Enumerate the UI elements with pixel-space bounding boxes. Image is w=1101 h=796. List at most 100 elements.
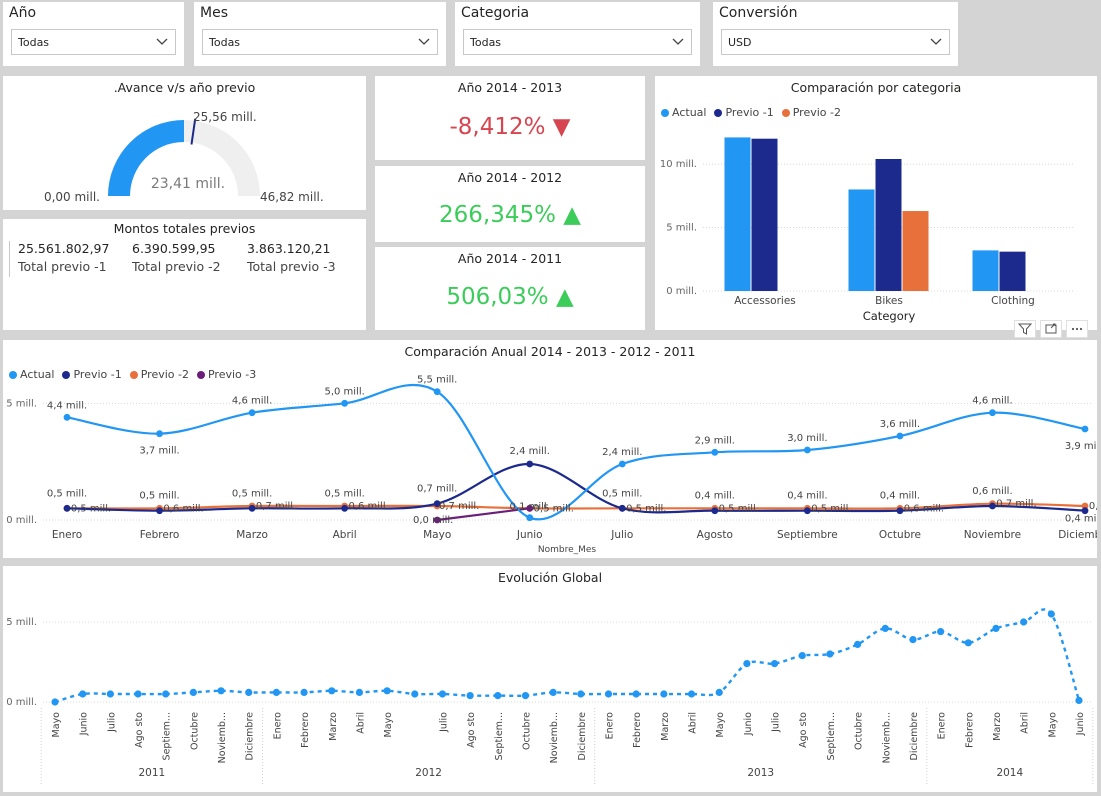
data-label: 0,5 mill.	[719, 503, 759, 514]
x-tick-label: Accessories	[734, 295, 796, 307]
data-point	[79, 690, 87, 698]
annual-chart-card: Comparación Anual 2014 - 2013 - 2012 - 2…	[3, 340, 1097, 558]
data-label: 0,4 mill.	[695, 491, 735, 502]
x-tick-label: Octubre	[189, 712, 200, 750]
y-tick-label: 0 mill.	[6, 515, 37, 526]
series-line	[54, 608, 1081, 704]
x-tick-label: Julio	[610, 529, 633, 541]
x-tick-label: Junio	[1075, 712, 1086, 736]
data-point	[803, 446, 811, 454]
data-point	[1047, 610, 1055, 618]
kpi-card-2014-2013: Año 2014 - 2013 -8,412% ▼	[375, 76, 645, 160]
kpi-value: -8,412% ▼	[375, 114, 645, 140]
x-tick-label: Febrero	[300, 712, 311, 748]
data-label: 0,5 mill.	[534, 503, 574, 514]
data-label: 0,7 mill.	[417, 484, 457, 495]
x-tick-label: Febrero	[140, 529, 180, 541]
montos-label: Total previo -3	[247, 259, 336, 274]
gauge-value-label: 23,41 mill.	[151, 176, 225, 192]
data-label: 0,5 mill.	[47, 488, 87, 499]
data-label: 2,4 mill.	[602, 447, 642, 458]
x-tick-label: Marzo	[328, 712, 339, 741]
data-label: 0,4 mill.	[1065, 514, 1097, 525]
data-point	[466, 692, 474, 700]
data-point	[1075, 696, 1083, 704]
data-label: 0,6 mill.	[1089, 501, 1097, 512]
x-tick-label: Ago sto	[798, 712, 809, 748]
down-arrow-icon: ▼	[552, 114, 571, 140]
categoria-dropdown[interactable]: Todas	[463, 29, 692, 55]
data-point	[328, 687, 336, 695]
data-point	[853, 640, 862, 648]
y-tick-label: 5 mill.	[6, 617, 37, 628]
x-tick-label: Noviemb...	[881, 712, 892, 763]
x-tick-label: Noviemb...	[549, 712, 560, 763]
y-tick-label: 10 mill.	[660, 159, 697, 170]
data-label: 0,5 mill.	[626, 503, 666, 514]
x-tick-label: Abril	[355, 712, 366, 734]
data-label: 5,5 mill.	[417, 375, 457, 386]
x-tick-label: Abril	[1020, 712, 1031, 734]
data-point	[526, 514, 534, 522]
up-arrow-icon: ▲	[555, 284, 574, 310]
kpi-card-2014-2011: Año 2014 - 2011 506,03% ▲	[375, 247, 645, 330]
data-label: 0,5 mill.	[811, 503, 851, 514]
slicer-title: Categoria	[461, 5, 530, 21]
x-tick-label: Julio	[438, 712, 449, 733]
bar	[751, 138, 778, 291]
data-point	[909, 636, 917, 644]
x-tick-label: Octubre	[854, 712, 865, 750]
data-point	[937, 628, 945, 636]
data-point	[711, 448, 719, 456]
year-label: 2014	[996, 767, 1023, 779]
anio-dropdown[interactable]: Todas	[11, 29, 176, 55]
data-label: 5,0 mill.	[324, 386, 364, 397]
dropdown-value: Todas	[18, 36, 50, 49]
data-point	[300, 688, 308, 696]
x-axis-label: Nombre_Mes	[538, 545, 597, 555]
filter-icon[interactable]	[1014, 320, 1036, 338]
x-tick-label: Diciembre	[577, 712, 588, 761]
data-point	[248, 504, 256, 512]
x-tick-label: Diciembre	[245, 712, 256, 761]
x-tick-label: Octubre	[879, 529, 921, 541]
montos-label: Total previo -2	[132, 259, 221, 274]
x-tick-label: Mayo	[51, 712, 62, 738]
x-tick-label: Septiem...	[494, 712, 505, 760]
data-point	[770, 660, 779, 668]
mes-dropdown[interactable]: Todas	[202, 29, 438, 55]
kpi-value-text: -8,412%	[449, 114, 546, 140]
data-label: 0,6 mill.	[904, 503, 944, 514]
data-point	[433, 388, 441, 396]
kpi-title: Año 2014 - 2012	[457, 170, 563, 185]
more-options-icon[interactable]	[1066, 320, 1088, 338]
data-point	[743, 660, 751, 668]
x-tick-label: Ago sto	[466, 712, 477, 748]
data-point	[494, 692, 502, 700]
data-label: 0,5 mill.	[71, 503, 111, 514]
x-tick-label: Marzo	[660, 712, 671, 741]
series-line	[66, 383, 1086, 521]
data-point	[896, 507, 904, 515]
x-tick-label: Mayo	[423, 529, 451, 541]
x-tick-label: Enero	[272, 712, 283, 740]
x-tick-label: Junio	[516, 529, 543, 541]
data-label: 0,5 mill.	[602, 488, 642, 499]
focus-mode-icon[interactable]	[1040, 320, 1062, 338]
chevron-down-icon	[418, 38, 430, 45]
chevron-down-icon	[930, 38, 942, 45]
data-point	[1020, 618, 1028, 626]
data-point	[248, 409, 256, 417]
data-point	[798, 652, 806, 660]
gauge-target-label: 25,56 mill.	[193, 110, 257, 124]
conversion-dropdown[interactable]: USD	[721, 29, 950, 55]
montos-item: 6.390.599,95 Total previo -2	[132, 241, 221, 274]
data-point	[189, 688, 197, 696]
data-label: 3,9 mill.	[1065, 441, 1097, 452]
dropdown-value: Todas	[209, 36, 241, 49]
data-point	[711, 507, 719, 515]
data-point	[162, 690, 170, 698]
bar	[972, 250, 999, 291]
data-point	[604, 690, 613, 698]
slicer-mes: Mes Todas	[194, 2, 446, 66]
